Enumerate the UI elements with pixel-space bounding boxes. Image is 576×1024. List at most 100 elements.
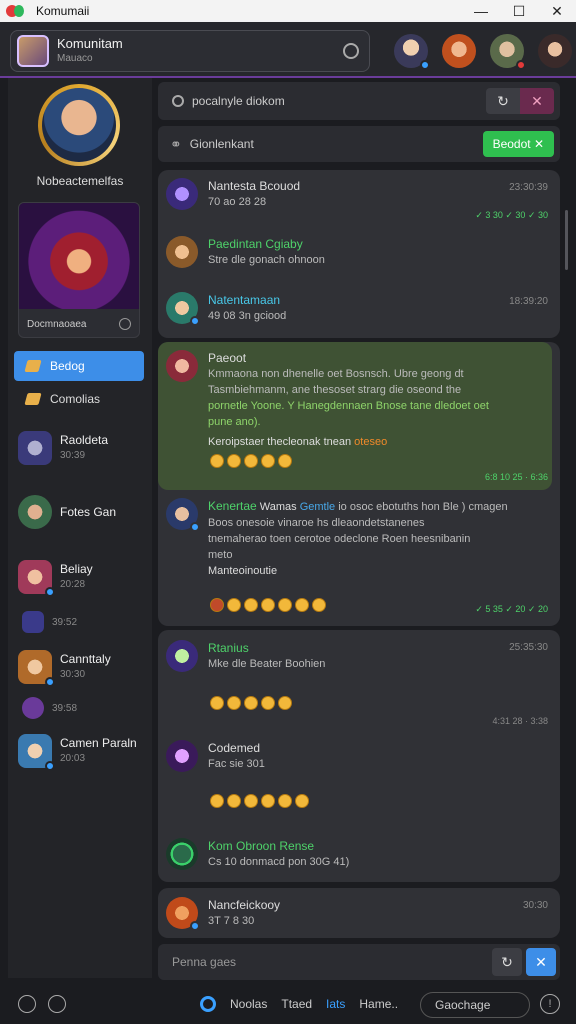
channel-sub: 39:58: [52, 702, 78, 714]
message-body: Cs 10 donmacd pon 30G 41): [208, 856, 350, 868]
hero-card[interactable]: Docmnaoaea: [18, 202, 140, 338]
tag-icon: [24, 393, 42, 405]
message-author: Paeoot: [208, 351, 247, 365]
channel-avatar: [18, 734, 55, 771]
minimize-button[interactable]: —: [462, 0, 500, 22]
channel-sub: 30:30: [60, 669, 86, 680]
user-avatar: [166, 350, 198, 382]
message[interactable]: Nancfeickooy 3T 7 8 30: [166, 897, 280, 931]
message-author: Kenertae: [208, 499, 257, 513]
scrollbar[interactable]: [565, 210, 568, 270]
clock-icon[interactable]: [48, 995, 66, 1013]
channel-icon: [22, 697, 44, 719]
friend-avatars: [394, 34, 572, 70]
community-selector[interactable]: Komunitam Mauaco: [10, 30, 370, 72]
send-message-button[interactable]: ✕: [526, 948, 556, 976]
channel-item[interactable]: Raoldeta 30:39: [18, 431, 148, 465]
search-bar[interactable]: pocalnyle diokom ↻ ✕: [158, 82, 560, 120]
reaction-row[interactable]: [210, 454, 292, 468]
user-avatar: [166, 897, 200, 931]
message[interactable]: Kom Obroon Rense Cs 10 donmacd pon 30G 4…: [166, 838, 349, 870]
settings-icon[interactable]: [343, 43, 359, 59]
filter-bar: ⚭ Gionlenkant Beodot ✕: [158, 126, 560, 162]
friend-avatar[interactable]: [490, 34, 526, 70]
channel-item[interactable]: Fotes Gan: [18, 495, 148, 529]
channel-item-small[interactable]: 39:52: [22, 611, 77, 633]
reaction-row[interactable]: [210, 794, 309, 808]
footer-tab[interactable]: Ttaed: [281, 997, 312, 1011]
message-input[interactable]: Penna gaes: [172, 955, 236, 969]
footer-tab[interactable]: Noolas: [230, 997, 267, 1011]
close-search-button[interactable]: ✕: [520, 88, 554, 114]
message-author: Nantesta Bcouod: [208, 179, 301, 193]
friend-avatar[interactable]: [538, 34, 572, 68]
message-time: 30:30: [522, 900, 548, 911]
message-card: Nancfeickooy 3T 7 8 30 30:30: [158, 888, 560, 938]
channel-avatar: [18, 560, 55, 597]
nav-item-bedog[interactable]: Bedog: [14, 351, 144, 381]
window-title: Komumaii: [36, 4, 90, 18]
message[interactable]: Natentamaan 49 08 3n gciood: [166, 292, 286, 326]
sidebar: Nobeactemelfas Docmnaoaea Bedog Comolias…: [8, 78, 152, 978]
message-time: 23:30:39: [509, 182, 548, 193]
community-name: Komunitam: [57, 36, 123, 51]
user-avatar: [166, 498, 200, 532]
channel-avatar: [18, 650, 55, 687]
channel-name: Beliay: [60, 562, 93, 576]
message[interactable]: Rtanius Mke dle Beater Boohien: [166, 640, 325, 672]
status-icon: [200, 996, 216, 1012]
emoji-button[interactable]: ↻: [492, 948, 522, 976]
community-avatar: [17, 35, 49, 67]
maximize-button[interactable]: ☐: [500, 0, 538, 22]
footer-search-label: Gaochage: [435, 998, 491, 1012]
message[interactable]: Paeoot Kmmaona non dhenelle oet Bosnsch.…: [166, 350, 546, 450]
channel-name: Fotes Gan: [60, 505, 117, 519]
profile-name: Nobeactemelfas: [36, 174, 124, 188]
filter-label: Gionlenkant: [189, 137, 254, 151]
window-titlebar: Komumaii — ☐ ✕: [0, 0, 576, 22]
search-input[interactable]: pocalnyle diokom: [192, 94, 285, 108]
highlight-tag: oteseo: [354, 436, 388, 448]
send-button[interactable]: Beodot ✕: [482, 131, 554, 157]
message-author: Paedintan Cgiaby: [208, 237, 303, 251]
message-composer[interactable]: Penna gaes ↻ ✕: [158, 944, 560, 980]
message-status: ✓ 5 35 ✓ 20 ✓ 20: [475, 604, 548, 614]
message-card: Nantesta Bcouod 70 ao 28 28 23:30:39 ✓ 3…: [158, 170, 560, 338]
close-button[interactable]: ✕: [538, 0, 576, 22]
message[interactable]: Paedintan Cgiaby Stre dle gonach ohnoon: [166, 236, 325, 268]
info-icon[interactable]: !: [540, 994, 560, 1014]
message[interactable]: Kenertae Wamas Gemtle io osoc ebotuths h…: [166, 498, 546, 579]
hero-image: [19, 203, 139, 309]
footer-tab[interactable]: Hame..: [359, 997, 398, 1011]
hero-label: Docmnaoaea: [27, 318, 87, 330]
channel-item[interactable]: Cannttaly 30:30: [18, 650, 148, 687]
footer-tab[interactable]: Iats: [326, 997, 345, 1011]
message[interactable]: Nantesta Bcouod 70 ao 28 28: [166, 178, 300, 210]
nav-item-comolias[interactable]: Comolias: [14, 384, 144, 414]
message-body: 3T 7 8 30: [208, 915, 255, 927]
mute-icon[interactable]: [18, 995, 36, 1013]
footer-tabs: Noolas Ttaed Iats Hame..: [200, 996, 398, 1012]
channel-name: Cannttaly: [60, 652, 111, 666]
user-avatar: [166, 292, 200, 326]
channel-item-small[interactable]: 39:58: [22, 697, 77, 719]
channel-item[interactable]: Camen Paraln 20:03: [18, 734, 148, 771]
channel-sub: 39:52: [52, 616, 78, 628]
user-avatar: [166, 236, 198, 268]
community-sub: Mauaco: [57, 53, 93, 64]
channel-item[interactable]: Beliay 20:28: [18, 560, 148, 597]
profile-avatar[interactable]: [38, 84, 120, 166]
tag-icon: [24, 360, 42, 372]
friend-avatar[interactable]: [394, 34, 430, 70]
message-time: 4:31 28 · 3:38: [492, 716, 548, 726]
message-line: Kmmaona non dhenelle oet Bosnsch. Ubre g…: [208, 368, 464, 380]
reaction-row[interactable]: [210, 696, 292, 710]
message[interactable]: Codemed Fac sie 301: [166, 740, 265, 772]
reaction-row[interactable]: [210, 598, 326, 612]
refresh-button[interactable]: ↻: [486, 88, 520, 114]
message-line: meto: [208, 549, 233, 561]
footer-search[interactable]: Gaochage: [420, 992, 530, 1018]
app-logo-icon: [6, 4, 24, 18]
message-line: pornetle Yoone. Y Hanegdennaen Bnose tan…: [208, 400, 489, 412]
friend-avatar[interactable]: [442, 34, 476, 68]
